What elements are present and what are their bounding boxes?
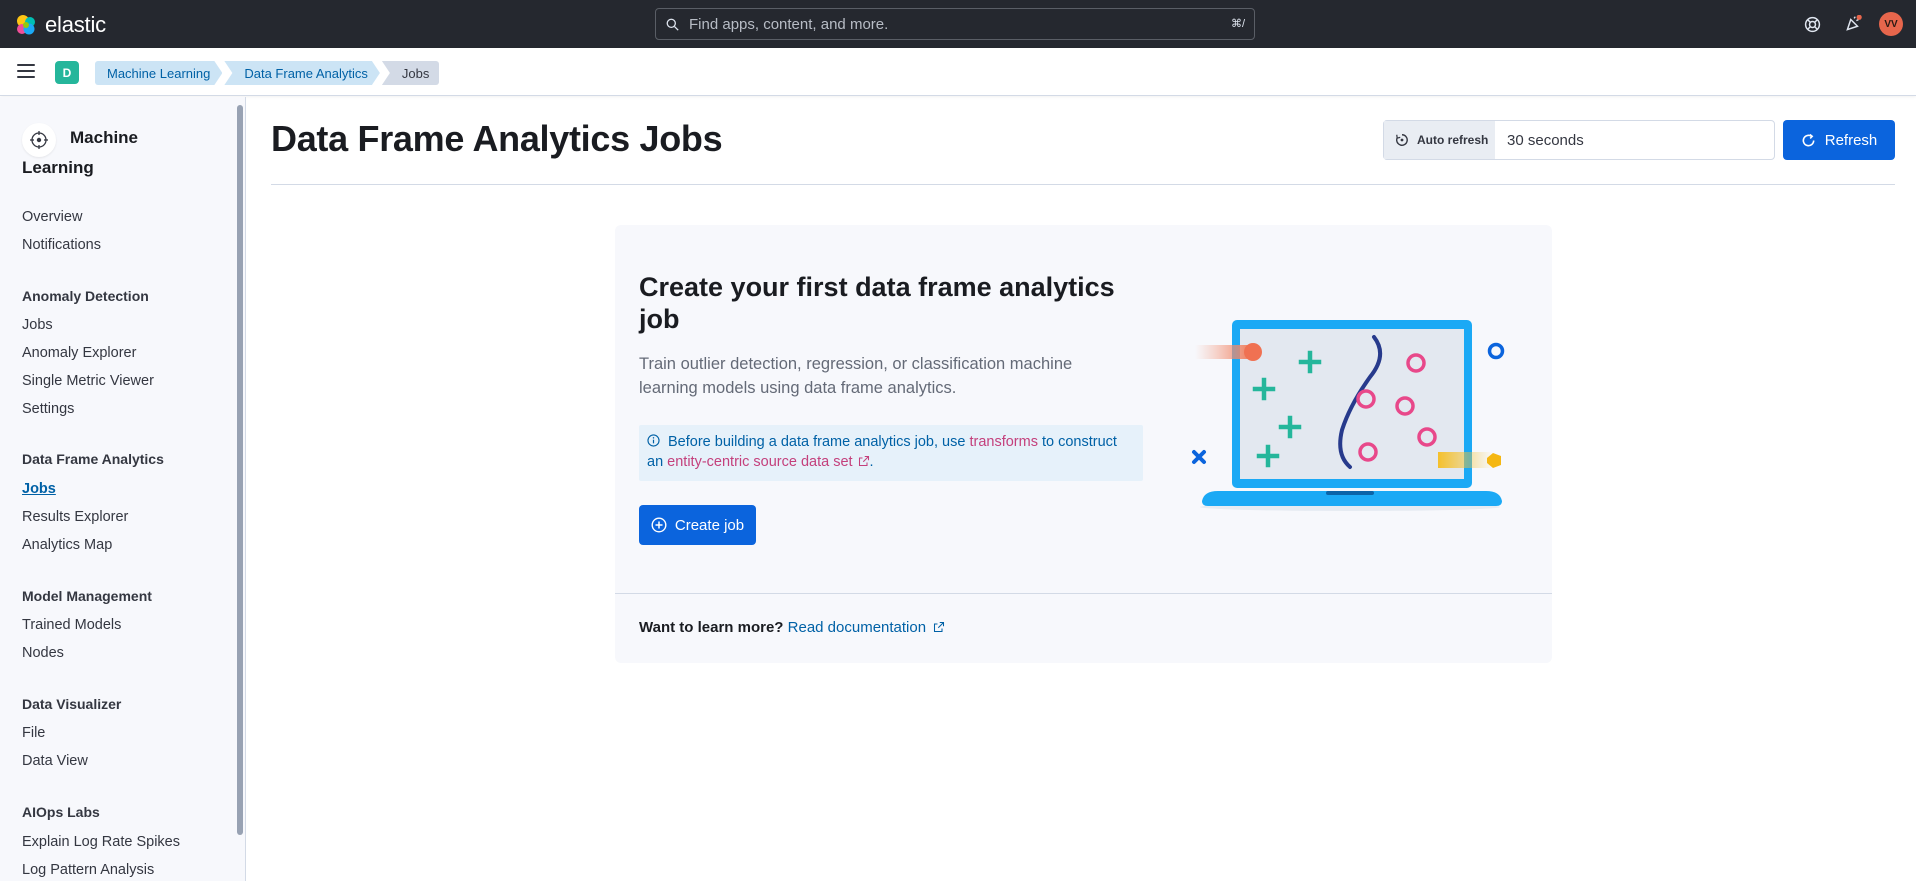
sidebar-title: Machine Learning <box>22 128 139 177</box>
panel-footer-divider <box>615 593 1552 594</box>
auto-refresh-interval[interactable]: 30 seconds <box>1495 121 1584 159</box>
refresh-icon <box>1802 133 1815 146</box>
auto-refresh-label: Auto refresh <box>1417 133 1489 147</box>
sidebar-item-nodes[interactable]: Nodes <box>22 645 64 661</box>
breadcrumb: Machine Learning Data Frame Analytics Jo… <box>95 61 441 85</box>
learn-more: Want to learn more? Read documentation <box>639 619 945 636</box>
breadcrumb-data-frame-analytics[interactable]: Data Frame Analytics <box>224 61 380 85</box>
create-job-label: Create job <box>674 516 745 534</box>
breadcrumb-jobs: Jobs <box>381 61 440 85</box>
global-search-input[interactable]: Find apps, content, and more. ⌘/ <box>655 8 1255 40</box>
news-feed-icon[interactable] <box>1843 14 1863 34</box>
search-icon <box>666 18 679 31</box>
sidebar-item-overview[interactable]: Overview <box>22 209 82 225</box>
sidebar-group-aiops-labs: AIOps Labs <box>22 804 100 820</box>
divider <box>271 184 1895 185</box>
menu-icon[interactable] <box>17 64 35 80</box>
sidebar-group-anomaly-detection: Anomaly Detection <box>22 288 149 304</box>
refresh-button-label: Refresh <box>1824 131 1878 149</box>
auto-refresh-toggle[interactable]: Auto refresh <box>1384 121 1495 159</box>
sidebar-item-data-view[interactable]: Data View <box>22 753 88 769</box>
search-shortcut: ⌘/ <box>1230 18 1245 30</box>
breadcrumb-machine-learning[interactable]: Machine Learning <box>95 61 222 85</box>
transforms-link[interactable]: transforms <box>969 434 1038 450</box>
plus-in-circle-icon <box>651 517 667 533</box>
user-avatar[interactable]: VV <box>1879 12 1903 36</box>
sidebar-item-notifications[interactable]: Notifications <box>22 237 101 253</box>
refresh-timer-icon <box>1396 134 1408 146</box>
page-title: Data Frame Analytics Jobs <box>271 118 723 159</box>
sidebar-group-data-frame-analytics: Data Frame Analytics <box>22 451 164 467</box>
sidebar-item-anomaly-explorer[interactable]: Anomaly Explorer <box>22 345 136 361</box>
sidebar-item-single-metric-viewer[interactable]: Single Metric Viewer <box>22 373 154 389</box>
sidebar-item-explain-log-rate-spikes[interactable]: Explain Log Rate Spikes <box>22 834 180 850</box>
sidebar-item-analytics-map[interactable]: Analytics Map <box>22 537 112 553</box>
sidebar-item-file[interactable]: File <box>22 725 45 741</box>
help-icon[interactable] <box>1802 14 1822 34</box>
empty-prompt-title: Create your first data frame analytics j… <box>639 272 1115 334</box>
sidebar-item-log-pattern-analysis[interactable]: Log Pattern Analysis <box>22 862 154 878</box>
read-documentation-link[interactable]: Read documentation <box>788 619 926 636</box>
sidebar-item-results-explorer[interactable]: Results Explorer <box>22 509 128 525</box>
info-icon <box>647 434 660 447</box>
elastic-logo-icon <box>17 15 35 35</box>
sidebar-group-data-visualizer: Data Visualizer <box>22 696 122 712</box>
callout-text-3: . <box>869 454 874 470</box>
sidebar-item-trained-models[interactable]: Trained Models <box>22 617 121 633</box>
sidebar-item-settings[interactable]: Settings <box>22 401 74 417</box>
auto-refresh-picker[interactable]: Auto refresh 30 seconds <box>1383 120 1775 160</box>
learn-more-label: Want to learn more? <box>639 619 784 636</box>
sidebar-item-ad-jobs[interactable]: Jobs <box>22 317 53 333</box>
sidebar-group-model-management: Model Management <box>22 588 152 604</box>
callout-text-1: Before building a data frame analytics j… <box>668 434 970 450</box>
sidebar-scrollbar[interactable] <box>237 105 243 835</box>
empty-prompt-description: Train outlier detection, regression, or … <box>639 355 1073 397</box>
ml-laptop-illustration <box>1192 320 1505 511</box>
external-link-icon <box>934 621 945 633</box>
brand-name: elastic <box>45 12 106 37</box>
info-callout: Before building a data frame analytics j… <box>639 425 1143 481</box>
search-placeholder: Find apps, content, and more. <box>689 15 889 33</box>
refresh-button[interactable]: Refresh <box>1783 120 1895 160</box>
global-header: elastic Find apps, content, and more. ⌘/… <box>0 0 1916 48</box>
external-link-icon <box>858 455 869 467</box>
space-avatar[interactable]: D <box>55 61 79 84</box>
create-job-button[interactable]: Create job <box>639 505 756 545</box>
sidebar-item-dfa-jobs[interactable]: Jobs <box>22 481 56 497</box>
elastic-logo[interactable]: elastic <box>14 12 106 38</box>
entity-centric-link[interactable]: entity-centric source data set <box>667 454 852 470</box>
